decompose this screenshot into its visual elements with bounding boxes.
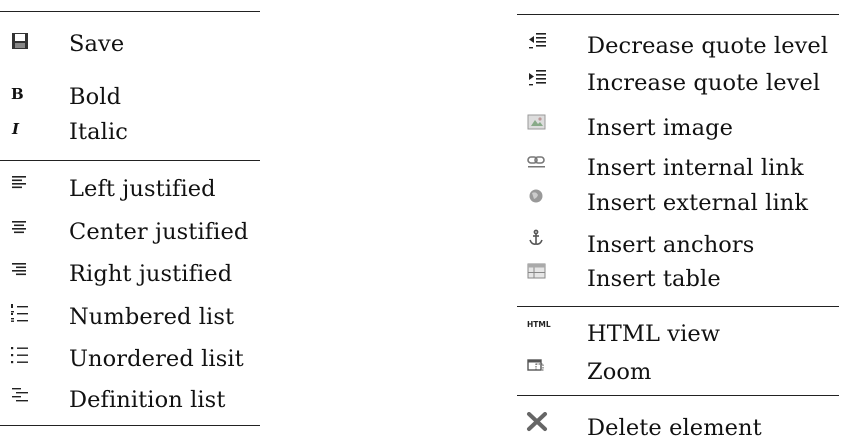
- row-label: Insert image: [587, 115, 734, 141]
- row-label: Definition list: [69, 387, 226, 413]
- row-label: Insert internal link: [587, 155, 804, 181]
- align-right-icon: [11, 261, 33, 283]
- row-label: Right justified: [69, 261, 233, 287]
- row-label: Zoom: [587, 359, 652, 385]
- definition-list-icon: [11, 386, 33, 408]
- left-table-group-rule: [0, 160, 260, 161]
- row-label: Unordered lisit: [69, 346, 244, 372]
- align-center-icon: [11, 219, 33, 241]
- align-left-icon: [11, 174, 33, 196]
- row-label: Delete element: [587, 415, 762, 441]
- bold-icon: B: [9, 85, 31, 107]
- row-label: Center justified: [69, 219, 249, 245]
- row-label: Insert external link: [587, 190, 809, 216]
- svg-text:B: B: [11, 85, 24, 103]
- row-label: Insert anchors: [587, 232, 755, 258]
- left-table-top-rule: [0, 11, 260, 12]
- html-icon-text: HTML: [527, 320, 551, 329]
- left-table-bottom-rule: [0, 425, 260, 426]
- decrease-quote-icon: [528, 32, 550, 54]
- anchor-icon: [528, 229, 550, 251]
- row-label: HTML view: [587, 321, 721, 347]
- delete-icon: [526, 412, 548, 434]
- insert-image-icon: [527, 114, 549, 136]
- svg-text:I: I: [11, 120, 20, 138]
- increase-quote-icon: [528, 69, 550, 91]
- row-label: Left justified: [69, 176, 216, 202]
- table-icon: [527, 263, 549, 285]
- external-link-icon: [528, 188, 550, 210]
- italic-icon: I: [9, 120, 31, 142]
- row-label: Increase quote level: [587, 70, 821, 96]
- row-label: Bold: [69, 84, 122, 110]
- row-label: Numbered list: [69, 304, 235, 330]
- zoom-icon: [527, 358, 549, 380]
- row-label: Decrease quote level: [587, 33, 829, 59]
- row-label: Insert table: [587, 266, 721, 292]
- unordered-list-icon: [10, 345, 32, 367]
- save-icon: [11, 32, 33, 54]
- right-table-group-rule: [517, 395, 839, 396]
- right-table-group-rule: [517, 306, 839, 307]
- html-view-icon: HTML: [527, 318, 557, 340]
- row-label: Save: [69, 31, 125, 57]
- row-label: Italic: [69, 119, 128, 145]
- internal-link-icon: [527, 155, 549, 177]
- numbered-list-icon: [10, 303, 32, 325]
- right-table-top-rule: [517, 14, 839, 15]
